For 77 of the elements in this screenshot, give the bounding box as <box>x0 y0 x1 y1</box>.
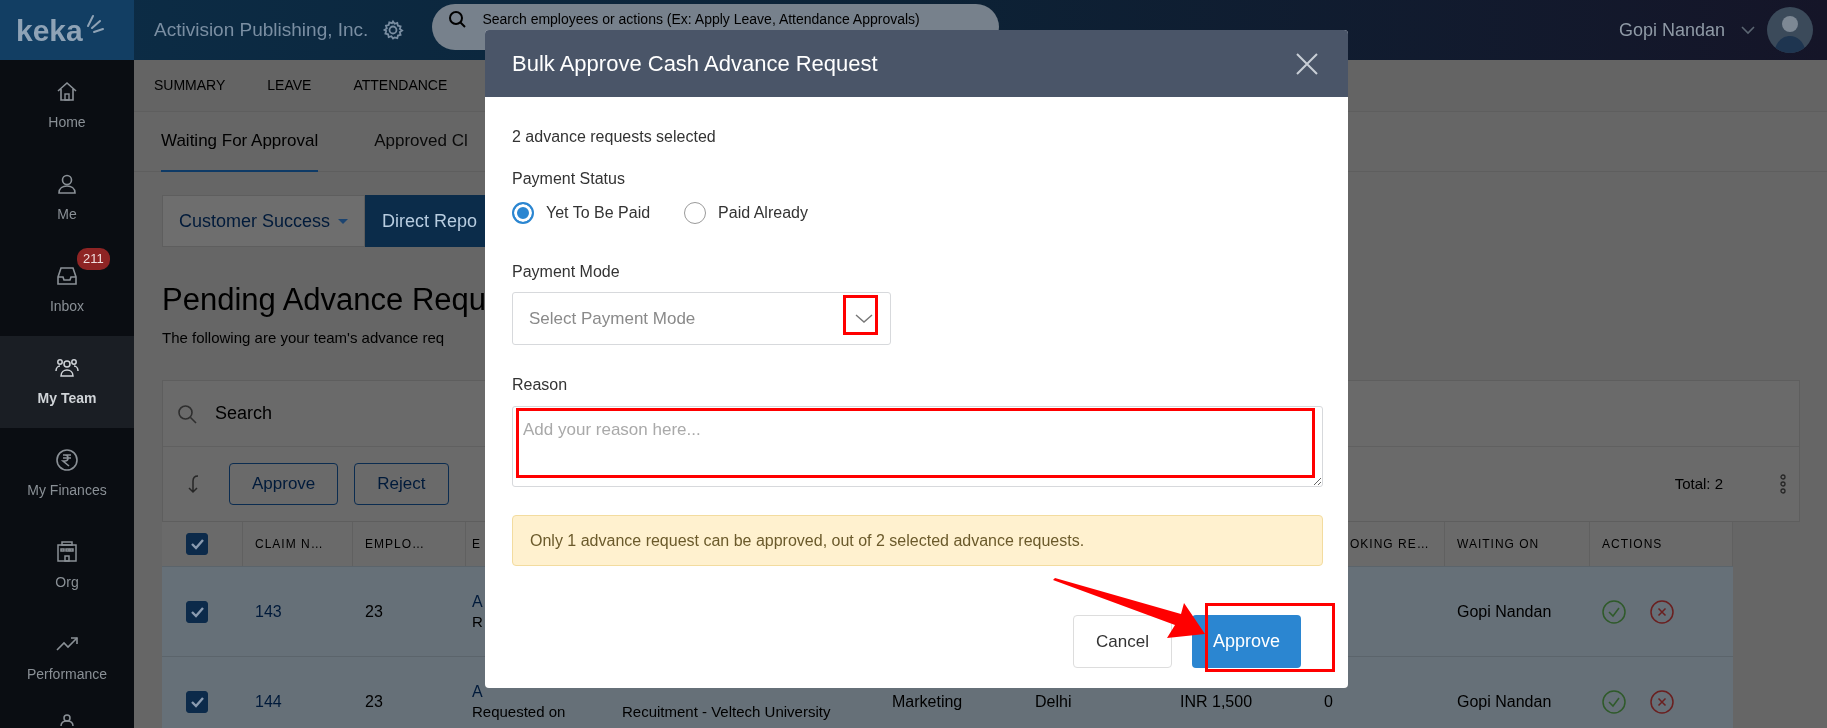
column-header: WAITING ON <box>1457 536 1540 553</box>
nav-tab[interactable]: ATTENDANCE <box>353 75 448 96</box>
nav-tab[interactable]: SUMMARY <box>154 75 226 96</box>
caret-icon <box>338 218 349 224</box>
company-name: Activision Publishing, Inc. <box>154 17 369 42</box>
approve-button[interactable]: Approve <box>1191 615 1301 668</box>
table-cell-text: Delhi <box>1035 691 1073 712</box>
selection-note: 2 advance requests selected <box>512 127 717 147</box>
tab[interactable]: Waiting For Approval <box>161 112 319 172</box>
tab[interactable]: Approved Cl <box>374 112 468 172</box>
radio-option[interactable]: Paid Already <box>684 201 808 225</box>
table-cell-text: Gopi Nandan <box>1457 691 1553 712</box>
table-cell-text: Requested on <box>472 701 567 722</box>
column-header: OKING RE… <box>1350 536 1430 553</box>
table-cell-text: R <box>472 611 484 632</box>
page-title: Pending Advance Requ <box>162 281 487 319</box>
table-cell-text: 23 <box>365 691 384 712</box>
sidebar-item[interactable]: My Finances <box>0 428 134 520</box>
checkbox[interactable] <box>186 600 208 623</box>
field-label: Payment Status <box>512 169 626 189</box>
claim-link[interactable]: 144 <box>255 689 353 714</box>
checkbox[interactable] <box>186 690 208 713</box>
action-button[interactable]: Approve <box>229 463 339 505</box>
nav-tab[interactable]: LEAVE <box>267 75 312 96</box>
rupee-icon <box>55 447 79 472</box>
table-cell-text: INR 1,500 <box>1180 691 1254 712</box>
reject-x-icon[interactable] <box>1650 689 1674 714</box>
sort-icon[interactable] <box>185 473 201 495</box>
sidebar-item[interactable]: Performance <box>0 612 134 704</box>
radio-button[interactable] <box>512 202 534 224</box>
table-cell-text: 23 <box>365 601 384 622</box>
field-label: Payment Mode <box>512 262 621 282</box>
approve-check-icon[interactable] <box>1602 599 1626 624</box>
building-icon <box>55 539 79 564</box>
radio-option[interactable]: Yet To Be Paid <box>512 201 651 225</box>
action-button[interactable]: Reject <box>354 463 449 505</box>
user-name[interactable]: Gopi Nandan <box>1618 16 1725 44</box>
chevron-down-icon[interactable] <box>1741 25 1755 35</box>
dialog-title: Bulk Approve Cash Advance Request <box>512 50 878 78</box>
count-badge: 211 <box>77 248 110 270</box>
sidebar-item[interactable]: Home <box>0 60 134 152</box>
highlight-frame <box>843 295 878 335</box>
settings-icon[interactable] <box>382 19 405 41</box>
sidebar-item[interactable]: My Team <box>0 336 134 428</box>
avatar[interactable] <box>1767 7 1813 53</box>
filter-dropdown[interactable]: Customer Success <box>162 195 366 247</box>
home-icon <box>55 79 79 104</box>
search-icon <box>448 10 467 28</box>
table-cell-text: Gopi Nandan <box>1457 601 1553 622</box>
payment-mode-dropdown[interactable]: Select Payment Mode <box>512 292 891 345</box>
reject-x-icon[interactable] <box>1650 599 1674 624</box>
sidebar-item[interactable]: Inbox 211 <box>0 244 134 336</box>
close-icon <box>1295 51 1319 76</box>
logo-rays-icon <box>84 12 105 34</box>
column-header: ACTIONS <box>1602 536 1663 553</box>
table-cell-text: 0 <box>1324 691 1334 712</box>
claim-link[interactable]: 143 <box>255 599 353 624</box>
radio-button[interactable] <box>684 202 707 224</box>
table-cell-text: Recuitment - Veltech University <box>622 701 832 722</box>
field-label: Reason <box>512 375 569 395</box>
check-icon <box>189 537 205 551</box>
column-header: E <box>472 536 481 553</box>
total-count: Total: 2 <box>1674 473 1723 494</box>
kebab-menu-icon[interactable] <box>1779 474 1787 494</box>
reason-field[interactable]: Add your reason here... <box>512 406 1323 487</box>
search-icon <box>177 403 197 424</box>
table-cell-text: Marketing <box>892 691 964 712</box>
column-header: CLAIM N… <box>255 536 324 553</box>
sidebar-item[interactable]: Me <box>0 152 134 244</box>
checkbox[interactable] <box>186 533 208 555</box>
warning-alert: Only 1 advance request can be approved, out of 2 selected advance requests. <box>512 515 1323 566</box>
cancel-button[interactable]: Cancel <box>1073 615 1172 668</box>
close-button[interactable] <box>1294 50 1320 77</box>
page-subtitle: The following are your team's advance req <box>162 328 445 348</box>
approve-check-icon[interactable] <box>1602 689 1626 714</box>
sidebar-item[interactable]: Org <box>0 520 134 612</box>
column-header: EMPLO… <box>365 536 425 553</box>
